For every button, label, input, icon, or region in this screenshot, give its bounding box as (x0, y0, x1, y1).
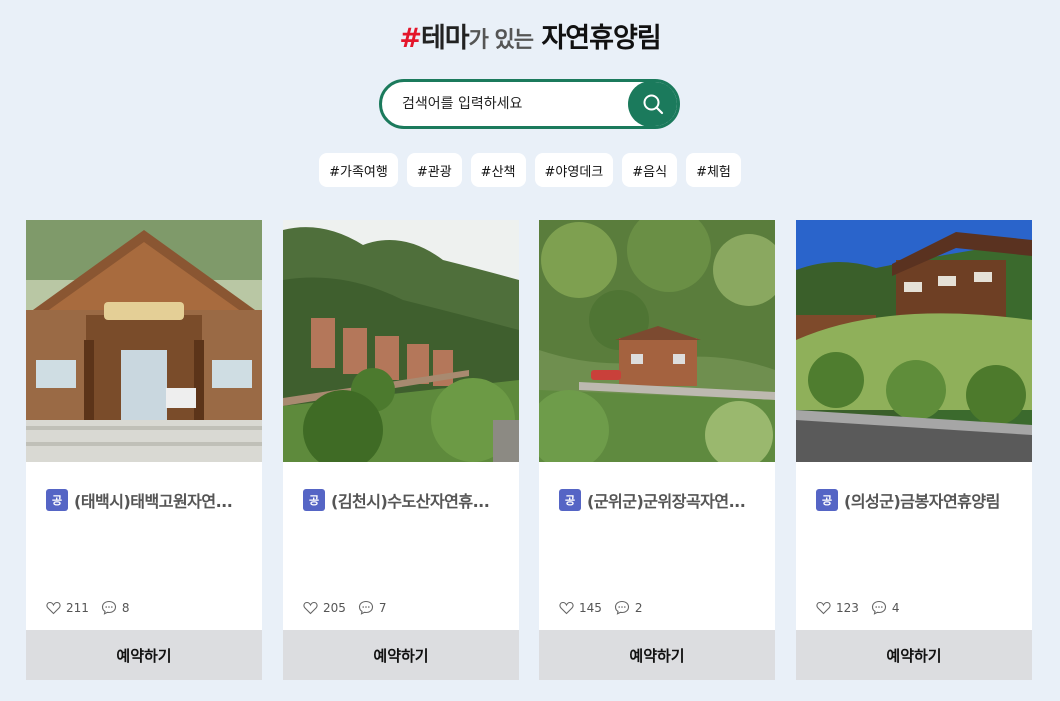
comment-count[interactable]: 2 (614, 600, 643, 615)
page-title: #테마가 있는 자연휴양림 (0, 16, 1060, 55)
comment-icon (101, 600, 116, 615)
search-button[interactable] (628, 82, 677, 126)
forest-title-row[interactable]: 공 (김천시)수도산자연휴... (303, 488, 507, 512)
comment-count[interactable]: 7 (358, 600, 387, 615)
forest-card[interactable]: 공 (태백시)태백고원자연... 211 8 예약하기 (26, 220, 262, 680)
like-count[interactable]: 123 (816, 601, 859, 615)
reserve-button[interactable]: 예약하기 (26, 630, 262, 680)
forest-card[interactable]: 공 (의성군)금봉자연휴양림 123 4 예약하기 (796, 220, 1032, 680)
title-main: 자연휴양림 (541, 23, 661, 54)
forest-photo[interactable] (796, 220, 1032, 462)
forest-card[interactable]: 공 (김천시)수도산자연휴... 205 7 예약하기 (283, 220, 519, 680)
like-count[interactable]: 145 (559, 601, 602, 615)
reserve-button[interactable]: 예약하기 (796, 630, 1032, 680)
card-stats: 145 2 (559, 600, 655, 615)
title-mid: 가 있는 (468, 28, 534, 53)
heart-icon (816, 601, 831, 614)
forest-photo[interactable] (283, 220, 519, 462)
public-badge: 공 (303, 489, 325, 511)
forest-title-row[interactable]: 공 (의성군)금봉자연휴양림 (816, 488, 1020, 512)
search-bar (379, 79, 680, 129)
title-hash: # (399, 23, 422, 54)
public-badge: 공 (816, 489, 838, 511)
comment-count[interactable]: 8 (101, 600, 130, 615)
forest-card[interactable]: 공 (군위군)군위장곡자연... 145 2 예약하기 (539, 220, 775, 680)
like-count-value: 123 (836, 600, 859, 615)
like-count-value: 211 (66, 600, 89, 615)
forest-title-row[interactable]: 공 (태백시)태백고원자연... (46, 488, 250, 512)
heart-icon (303, 601, 318, 614)
card-stats: 123 4 (816, 600, 912, 615)
forest-photo[interactable] (539, 220, 775, 462)
forest-name[interactable]: (김천시)수도산자연휴... (331, 488, 489, 512)
comment-count-value: 4 (891, 600, 900, 615)
tag-sightseeing[interactable]: #관광 (406, 153, 462, 187)
like-count[interactable]: 211 (46, 601, 89, 615)
comment-count[interactable]: 4 (871, 600, 900, 615)
forest-photo[interactable] (26, 220, 262, 462)
reserve-button[interactable]: 예약하기 (283, 630, 519, 680)
public-badge: 공 (559, 489, 581, 511)
tag-list: #가족여행 #관광 #산책 #야영데크 #음식 #체험 (0, 153, 1060, 187)
card-stats: 211 8 (46, 600, 142, 615)
comment-count-value: 8 (121, 600, 130, 615)
comment-count-value: 2 (634, 600, 643, 615)
reserve-button[interactable]: 예약하기 (539, 630, 775, 680)
title-theme: 테마 (420, 23, 470, 54)
like-count-value: 145 (579, 600, 602, 615)
search-icon (643, 94, 664, 115)
tag-walk[interactable]: #산책 (470, 153, 526, 187)
heart-icon (559, 601, 574, 614)
search-input[interactable] (382, 82, 632, 126)
tag-camping-deck[interactable]: #야영데크 (534, 153, 614, 187)
public-badge: 공 (46, 489, 68, 511)
tag-family-trip[interactable]: #가족여행 (319, 153, 398, 187)
comment-count-value: 7 (378, 600, 387, 615)
heart-icon (46, 601, 61, 614)
like-count[interactable]: 205 (303, 601, 346, 615)
card-stats: 205 7 (303, 600, 399, 615)
tag-food[interactable]: #음식 (622, 153, 678, 187)
comment-icon (358, 600, 373, 615)
like-count-value: 205 (323, 600, 346, 615)
forest-name[interactable]: (의성군)금봉자연휴양림 (844, 488, 1000, 512)
forest-name[interactable]: (군위군)군위장곡자연... (587, 488, 745, 512)
tag-experience[interactable]: #체험 (686, 153, 741, 187)
comment-icon (614, 600, 629, 615)
forest-title-row[interactable]: 공 (군위군)군위장곡자연... (559, 488, 763, 512)
comment-icon (871, 600, 886, 615)
forest-name[interactable]: (태백시)태백고원자연... (74, 488, 232, 512)
